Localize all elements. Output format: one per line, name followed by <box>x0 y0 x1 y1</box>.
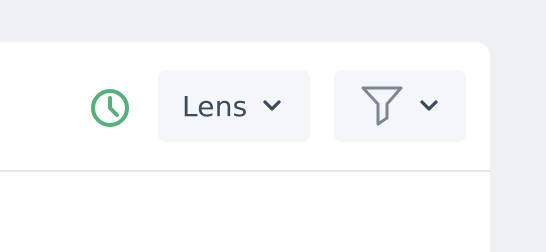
funnel-icon <box>361 86 403 126</box>
content-panel: Lens <box>0 42 490 252</box>
toolbar: Lens <box>0 42 490 172</box>
chevron-down-icon <box>263 100 282 111</box>
chevron-down-icon <box>420 100 438 111</box>
lens-dropdown[interactable]: Lens <box>158 70 310 142</box>
filter-dropdown[interactable] <box>334 70 466 142</box>
clock-icon[interactable] <box>88 86 132 130</box>
lens-dropdown-label: Lens <box>182 89 248 123</box>
